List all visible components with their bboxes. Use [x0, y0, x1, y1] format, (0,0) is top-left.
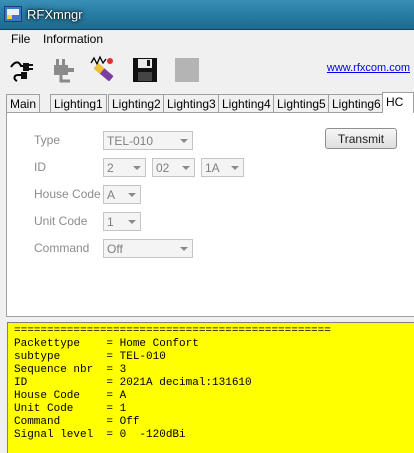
menu-information[interactable]: Information — [41, 32, 105, 46]
title-bar[interactable]: RFXmngr — [0, 0, 414, 30]
tab-lighting5[interactable]: Lighting5 — [273, 94, 330, 112]
command-value: Off — [107, 242, 123, 256]
log-line: House Code = A — [14, 390, 127, 402]
unit-code-value: 1 — [107, 215, 114, 229]
disconnect-plug-icon[interactable] — [48, 55, 78, 85]
signal-wand-icon[interactable] — [88, 55, 118, 85]
tab-lighting4[interactable]: Lighting4 — [218, 94, 275, 112]
tab-lighting1[interactable]: Lighting1 — [50, 94, 107, 112]
log-line: Sequence nbr = 3 — [14, 364, 127, 376]
chevron-down-icon — [176, 240, 192, 257]
log-line: Packettype = Home Confort — [14, 338, 199, 350]
transmit-button[interactable]: Transmit — [325, 128, 397, 149]
log-line: Command = Off — [14, 416, 140, 428]
unit-code-label: Unit Code — [34, 214, 88, 228]
menu-file[interactable]: File — [9, 32, 32, 46]
chevron-down-icon — [176, 132, 192, 149]
log-line: ID = 2021A decimal:131610 — [14, 377, 252, 389]
id2-value: 02 — [156, 161, 170, 175]
id-label: ID — [34, 160, 46, 174]
chevron-down-icon — [124, 213, 140, 230]
id2-select[interactable]: 02 — [152, 158, 195, 177]
command-label: Command — [34, 241, 90, 255]
save-disk-icon[interactable] — [130, 55, 160, 85]
window-title: RFXmngr — [27, 7, 83, 22]
chevron-down-icon — [178, 159, 194, 176]
hc-tab-panel: Type TEL-010 Transmit ID 2 02 1A House C… — [6, 112, 414, 317]
type-label: Type — [34, 133, 61, 147]
command-select[interactable]: Off — [103, 239, 193, 258]
type-value: TEL-010 — [107, 134, 154, 148]
log-line: subtype = TEL-010 — [14, 351, 166, 363]
tab-main[interactable]: Main — [6, 94, 41, 112]
tab-lighting3[interactable]: Lighting3 — [163, 94, 220, 112]
menu-bar: File Information — [0, 30, 414, 50]
tab-hc[interactable]: HC — [382, 92, 414, 113]
type-select[interactable]: TEL-010 — [103, 131, 193, 150]
id1-value: 2 — [107, 161, 114, 175]
tab-lighting6[interactable]: Lighting6 — [328, 94, 385, 112]
tab-lighting2[interactable]: Lighting2 — [108, 94, 165, 112]
id3-value: 1A — [205, 161, 220, 175]
chevron-down-icon — [129, 159, 145, 176]
app-icon — [4, 6, 22, 22]
tab-strip: Main Lighting1 Lighting2 Lighting3 Light… — [6, 92, 414, 113]
chevron-down-icon — [227, 159, 243, 176]
log-line: ========================================… — [14, 325, 331, 337]
unit-code-select[interactable]: 1 — [103, 212, 141, 231]
chevron-down-icon — [124, 186, 140, 203]
stop-icon[interactable] — [172, 55, 202, 85]
house-code-label: House Code — [34, 187, 101, 201]
app-window: RFXmngr File Information www.rfxcom.com … — [0, 0, 414, 453]
toolbar: www.rfxcom.com — [0, 50, 414, 90]
log-output[interactable]: ========================================… — [7, 322, 414, 453]
rfxcom-link[interactable]: www.rfxcom.com — [327, 62, 410, 74]
id3-select[interactable]: 1A — [201, 158, 244, 177]
house-code-value: A — [107, 188, 116, 202]
log-line: Signal level = 0 -120dBi — [14, 429, 186, 441]
connect-plug-icon[interactable] — [8, 55, 38, 85]
house-code-select[interactable]: A — [103, 185, 141, 204]
id1-select[interactable]: 2 — [103, 158, 146, 177]
log-line: Unit Code = 1 — [14, 403, 127, 415]
